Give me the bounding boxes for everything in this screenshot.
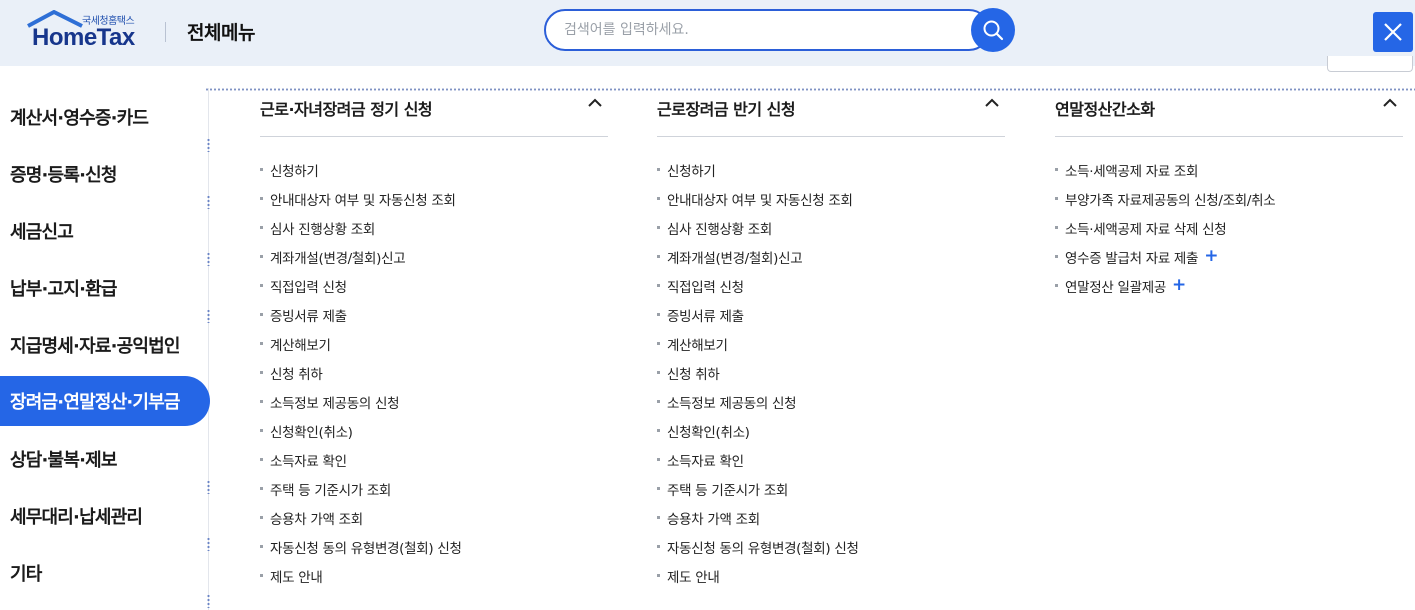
sidebar-item-tax-return[interactable]: 세금신고: [0, 202, 210, 266]
menu-item[interactable]: 제도 안내: [260, 561, 608, 590]
menu-item[interactable]: 신청확인(취소): [657, 416, 1005, 445]
menu-item[interactable]: 직접입력 신청: [260, 271, 608, 300]
menu-column: 근로·자녀장려금 정기 신청 신청하기 안내대상자 여부 및 자동신청 조회 심…: [260, 90, 608, 590]
menu-item[interactable]: 소득자료 확인: [657, 445, 1005, 474]
menu-item[interactable]: 부양가족 자료제공동의 신청/조회/취소: [1055, 184, 1403, 213]
menu-item[interactable]: 직접입력 신청: [657, 271, 1005, 300]
search-button[interactable]: [971, 8, 1015, 52]
sidebar-item-label: 증명·등록·신청: [10, 164, 117, 186]
menu-item[interactable]: 신청확인(취소): [260, 416, 608, 445]
menu-item[interactable]: 계산해보기: [657, 329, 1005, 358]
menu-item[interactable]: 안내대상자 여부 및 자동신청 조회: [260, 184, 608, 213]
menu-item[interactable]: 증빙서류 제출: [657, 300, 1005, 329]
menu-list: 신청하기 안내대상자 여부 및 자동신청 조회 심사 진행상황 조회 계좌개설(…: [260, 137, 608, 590]
menu-item[interactable]: 신청하기: [657, 155, 1005, 184]
plus-icon[interactable]: +: [1204, 248, 1218, 265]
sidebar-item-label: 세무대리·납세관리: [10, 506, 143, 528]
hometax-logo[interactable]: 국세청홈택스 HomeTax: [24, 8, 144, 52]
chevron-up-icon[interactable]: [1383, 98, 1397, 108]
header: 국세청홈택스 HomeTax 전체메뉴: [0, 0, 1415, 66]
menu-list: 소득·세액공제 자료 조회 부양가족 자료제공동의 신청/조회/취소 소득·세액…: [1055, 137, 1403, 300]
menu-column: 연말정산간소화 소득·세액공제 자료 조회 부양가족 자료제공동의 신청/조회/…: [1055, 90, 1403, 300]
menu-item[interactable]: 증빙서류 제출: [260, 300, 608, 329]
close-button[interactable]: [1373, 12, 1413, 52]
sidebar-item-label: 지급명세·자료·공익법인: [10, 335, 180, 357]
plus-icon[interactable]: +: [1172, 277, 1186, 294]
sidebar-item-invoice[interactable]: 계산서·영수증·카드: [0, 88, 210, 152]
sidebar-item-label: 세금신고: [10, 221, 74, 243]
sidebar-item-label: 계산서·영수증·카드: [10, 107, 149, 129]
menu-item[interactable]: 계산해보기: [260, 329, 608, 358]
sidebar-item-agent[interactable]: 세무대리·납세관리: [0, 487, 210, 551]
menu-item[interactable]: 소득정보 제공동의 신청: [260, 387, 608, 416]
menu-item[interactable]: 계좌개설(변경/철회)신고: [657, 242, 1005, 271]
menu-item[interactable]: 소득자료 확인: [260, 445, 608, 474]
sidebar-item-label: 납부·고지·환급: [10, 278, 117, 300]
sidebar-item-incentive[interactable]: 장려금·연말정산·기부금: [0, 376, 210, 426]
menu-column: 근로장려금 반기 신청 신청하기 안내대상자 여부 및 자동신청 조회 심사 진…: [657, 90, 1005, 590]
close-icon: [1384, 23, 1402, 41]
menu-item[interactable]: 계좌개설(변경/철회)신고: [260, 242, 608, 271]
menu-item[interactable]: 심사 진행상황 조회: [657, 213, 1005, 242]
column-header[interactable]: 근로·자녀장려금 정기 신청: [260, 90, 608, 137]
menu-item[interactable]: 승용차 가액 조회: [260, 503, 608, 532]
menu-item[interactable]: 주택 등 기준시가 조회: [657, 474, 1005, 503]
menu-item[interactable]: 제도 안내: [657, 561, 1005, 590]
sidebar-item-label: 장려금·연말정산·기부금: [10, 392, 180, 413]
sidebar-dots: [207, 594, 210, 608]
menu-item[interactable]: 소득정보 제공동의 신청: [657, 387, 1005, 416]
column-title: 근로장려금 반기 신청: [657, 100, 796, 119]
sidebar-item-payment[interactable]: 납부·고지·환급: [0, 259, 210, 323]
sidebar-item-certificate[interactable]: 증명·등록·신청: [0, 145, 210, 209]
menu-item[interactable]: 안내대상자 여부 및 자동신청 조회: [657, 184, 1005, 213]
search-icon: [983, 20, 1004, 41]
menu-list: 신청하기 안내대상자 여부 및 자동신청 조회 심사 진행상황 조회 계좌개설(…: [657, 137, 1005, 590]
menu-item[interactable]: 심사 진행상황 조회: [260, 213, 608, 242]
menu-item[interactable]: 승용차 가액 조회: [657, 503, 1005, 532]
column-header[interactable]: 연말정산간소화: [1055, 90, 1403, 137]
menu-item[interactable]: 영수증 발급처 자료 제출 +: [1055, 242, 1403, 271]
menu-item[interactable]: 신청 취하: [260, 358, 608, 387]
menu-item[interactable]: 주택 등 기준시가 조회: [260, 474, 608, 503]
column-title: 근로·자녀장려금 정기 신청: [260, 100, 433, 119]
column-title: 연말정산간소화: [1055, 100, 1155, 119]
menu-item[interactable]: 신청 취하: [657, 358, 1005, 387]
header-tab-handle[interactable]: [1327, 56, 1413, 72]
menu-item[interactable]: 자동신청 동의 유형변경(철회) 신청: [260, 532, 608, 561]
chevron-up-icon[interactable]: [985, 98, 999, 108]
sidebar: 계산서·영수증·카드 증명·등록·신청 세금신고 납부·고지·환급 지급명세·자…: [0, 88, 210, 608]
search-input[interactable]: [564, 11, 964, 49]
sidebar-item-consult[interactable]: 상담·불복·제보: [0, 430, 210, 494]
logo-text: HomeTax: [32, 24, 135, 51]
menu-item[interactable]: 연말정산 일괄제공 +: [1055, 271, 1403, 300]
sidebar-item-label: 기타: [10, 563, 42, 585]
menu-item[interactable]: 소득·세액공제 자료 삭제 신청: [1055, 213, 1403, 242]
sidebar-item-etc[interactable]: 기타: [0, 544, 210, 608]
sidebar-item-statement[interactable]: 지급명세·자료·공익법인: [0, 316, 210, 373]
column-header[interactable]: 근로장려금 반기 신청: [657, 90, 1005, 137]
menu-item[interactable]: 자동신청 동의 유형변경(철회) 신청: [657, 532, 1005, 561]
menu-item[interactable]: 신청하기: [260, 155, 608, 184]
header-divider: [165, 22, 166, 42]
search-box: [544, 9, 990, 51]
chevron-up-icon[interactable]: [588, 98, 602, 108]
menu-item[interactable]: 소득·세액공제 자료 조회: [1055, 155, 1403, 184]
page-title: 전체메뉴: [187, 22, 255, 44]
sidebar-item-label: 상담·불복·제보: [10, 449, 117, 471]
